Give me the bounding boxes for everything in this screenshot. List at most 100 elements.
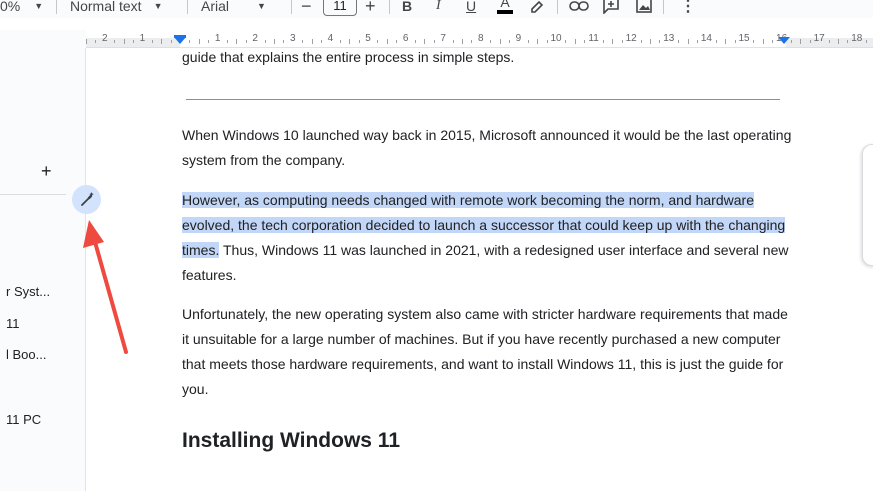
ruler-number: 1 bbox=[214, 33, 221, 44]
toolbar-divider bbox=[389, 0, 390, 14]
ruler-number: 17 bbox=[813, 33, 825, 44]
more-options-button[interactable]: ⋮ bbox=[680, 0, 696, 16]
ruler-tick bbox=[762, 38, 764, 44]
chevron-down-icon: ▼ bbox=[34, 1, 44, 11]
ruler-tick bbox=[424, 38, 426, 44]
ruler-tick bbox=[499, 38, 501, 44]
left-indent-marker[interactable] bbox=[174, 37, 186, 44]
ruler-tick bbox=[490, 39, 492, 43]
zoom-value: 0% bbox=[0, 0, 21, 14]
ruler-number: 2 bbox=[252, 33, 258, 44]
ruler-tick bbox=[161, 38, 163, 44]
outline-divider bbox=[0, 194, 66, 195]
insert-link-button[interactable] bbox=[569, 0, 589, 16]
text-color-icon: A bbox=[500, 0, 510, 10]
ruler-tick bbox=[462, 38, 463, 44]
ruler-tick bbox=[772, 39, 774, 43]
font-select[interactable]: Arial ▼ bbox=[201, 0, 266, 16]
ruler-tick bbox=[715, 39, 717, 43]
ruler-tick bbox=[650, 38, 651, 44]
ruler-tick bbox=[386, 38, 388, 44]
chevron-down-icon: ▼ bbox=[153, 1, 163, 11]
highlight-color-button[interactable] bbox=[529, 0, 545, 16]
ruler-number: 8 bbox=[478, 33, 484, 44]
toolbar-divider bbox=[557, 0, 558, 14]
document-page[interactable]: guide that explains the entire process i… bbox=[86, 48, 873, 491]
document-text-line: guide that explains the entire process i… bbox=[182, 49, 515, 65]
ruler-tick bbox=[189, 39, 191, 43]
ruler-tick bbox=[114, 39, 116, 43]
minus-icon: − bbox=[301, 0, 312, 16]
ruler-tick bbox=[274, 38, 275, 44]
ruler-tick bbox=[302, 39, 304, 43]
zoom-select[interactable]: 0% ▼ bbox=[0, 0, 43, 16]
ruler-tick bbox=[838, 38, 839, 44]
text-color-button[interactable]: A bbox=[497, 0, 513, 14]
ruler-tick bbox=[86, 38, 87, 44]
toolbar-divider bbox=[663, 0, 664, 14]
first-line-indent-marker[interactable] bbox=[174, 35, 186, 38]
outline-item[interactable]: 11 bbox=[6, 316, 20, 331]
ruler-number: 10 bbox=[550, 33, 562, 44]
paragraph-style-value: Normal text bbox=[70, 0, 142, 14]
ruler-tick bbox=[584, 39, 586, 43]
text-color-swatch bbox=[497, 10, 513, 14]
italic-button[interactable]: I bbox=[436, 0, 441, 16]
underline-icon: U bbox=[466, 0, 477, 14]
add-comment-icon bbox=[603, 0, 619, 14]
ruler-tick bbox=[321, 39, 322, 43]
add-tab-button[interactable]: + bbox=[41, 161, 52, 182]
link-icon bbox=[569, 1, 589, 11]
decrease-font-size-button[interactable]: − bbox=[301, 0, 312, 16]
ruler-tick bbox=[866, 39, 868, 43]
paragraph-1: When Windows 10 launched way back in 201… bbox=[182, 127, 792, 168]
ruler-tick bbox=[678, 39, 680, 43]
outline-item[interactable]: 11 PC bbox=[6, 412, 41, 427]
paragraph-2-rest: Thus, Windows 11 was launched in 2021, w… bbox=[182, 242, 789, 283]
ruler-tick bbox=[640, 39, 642, 43]
ruler-tick bbox=[198, 38, 200, 44]
ruler-tick bbox=[339, 39, 341, 43]
ruler-number: 6 bbox=[402, 33, 409, 44]
ruler-tick bbox=[621, 39, 623, 43]
ruler-tick bbox=[349, 38, 351, 44]
ruler-tick bbox=[809, 39, 811, 43]
toolbar-divider bbox=[187, 0, 188, 14]
horizontal-rule bbox=[186, 99, 780, 100]
font-size-input[interactable]: 11 bbox=[323, 0, 357, 16]
side-panel-tab[interactable] bbox=[862, 144, 873, 266]
ruler-tick bbox=[565, 39, 567, 43]
ruler-number: 11 bbox=[588, 33, 599, 44]
ruler-number: 4 bbox=[327, 33, 334, 44]
ruler-tick bbox=[687, 38, 689, 44]
font-value: Arial bbox=[201, 0, 230, 14]
ruler-number: 15 bbox=[738, 33, 750, 44]
bold-button[interactable]: B bbox=[402, 0, 412, 16]
ruler-tick bbox=[123, 38, 125, 44]
ruler-tick bbox=[791, 39, 792, 43]
paragraph-2: However, as computing needs changed with… bbox=[182, 188, 792, 288]
ruler-tick bbox=[527, 39, 529, 43]
underline-button[interactable]: U bbox=[466, 0, 476, 16]
right-indent-marker[interactable] bbox=[778, 37, 790, 44]
ruler-tick bbox=[509, 39, 510, 43]
increase-font-size-button[interactable]: + bbox=[365, 0, 376, 16]
toolbar-divider bbox=[291, 0, 292, 14]
ruler-tick bbox=[537, 38, 539, 44]
outline-item[interactable]: l Boo... bbox=[6, 347, 46, 362]
ruler-number: 9 bbox=[515, 33, 522, 44]
paragraph-style-select[interactable]: Normal text ▼ bbox=[70, 0, 163, 16]
help-me-write-button[interactable] bbox=[72, 185, 101, 214]
ruler-tick bbox=[311, 38, 313, 44]
ruler-number: 3 bbox=[290, 33, 296, 44]
insert-image-button[interactable] bbox=[636, 0, 652, 16]
document-outline-panel: + r Syst... 11 l Boo... 11 PC bbox=[0, 48, 86, 491]
ruler-tick bbox=[471, 39, 473, 43]
add-comment-button[interactable] bbox=[602, 0, 620, 16]
ruler-tick bbox=[283, 39, 285, 43]
outline-item[interactable]: r Syst... bbox=[6, 284, 50, 299]
ruler-tick bbox=[245, 39, 247, 43]
ruler-number: 7 bbox=[440, 33, 446, 44]
ruler-tick bbox=[847, 39, 849, 43]
ruler-tick bbox=[800, 38, 802, 44]
